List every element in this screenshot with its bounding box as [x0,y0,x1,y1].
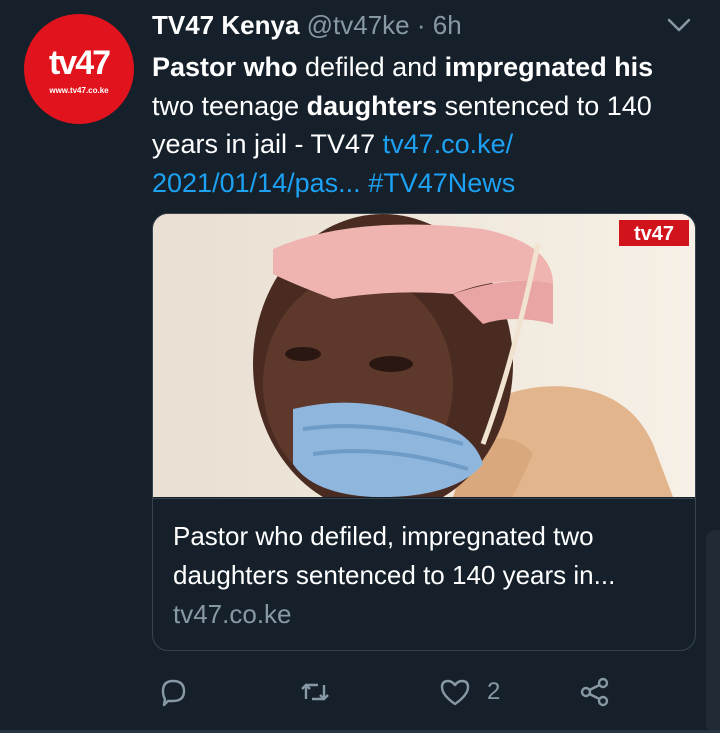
tweet-header: TV47 Kenya @tv47ke · 6h [152,10,462,41]
tweet-text-segment: defiled and [297,52,445,82]
chevron-down-icon[interactable] [664,12,694,38]
card-info[interactable]: Pastor who defiled, impregnated two daug… [153,498,695,650]
image-badge-text: tv47 [634,223,674,245]
tweet-text-segment: two teenage [152,90,307,121]
tweet-text: Pastor who defiled and impregnated his t… [152,48,700,202]
tweet-link[interactable]: #TV47News [368,168,515,198]
tweet-timestamp[interactable]: 6h [433,10,462,40]
like-icon[interactable] [437,674,473,710]
retweet-icon[interactable] [297,674,333,710]
card-image[interactable]: tv47 [153,214,695,497]
avatar-logo-url: www.tv47.co.ke [49,86,109,95]
user-handle[interactable]: @tv47ke [307,10,410,40]
profile-avatar[interactable]: tv47 www.tv47.co.ke [24,14,134,124]
share-icon[interactable] [577,674,613,710]
tweet-text-segment: daughters [306,90,438,121]
header-separator: · [416,10,426,40]
card-title: Pastor who defiled, impregnated two daug… [173,521,616,590]
scroll-handle[interactable] [706,530,720,733]
tweet-text-segment: impregnated his [444,52,654,82]
card-domain: tv47.co.ke [173,599,292,629]
link-card[interactable]: tv47 Pastor who defiled, impregnated two… [152,213,696,651]
display-name[interactable]: TV47 Kenya [152,10,299,40]
reply-icon[interactable] [155,674,191,710]
action-bar: 2 [0,670,720,714]
tweet-text-segment: Pastor who [152,52,298,82]
like-count: 2 [487,678,501,705]
avatar-logo-text: tv47 [48,44,111,82]
